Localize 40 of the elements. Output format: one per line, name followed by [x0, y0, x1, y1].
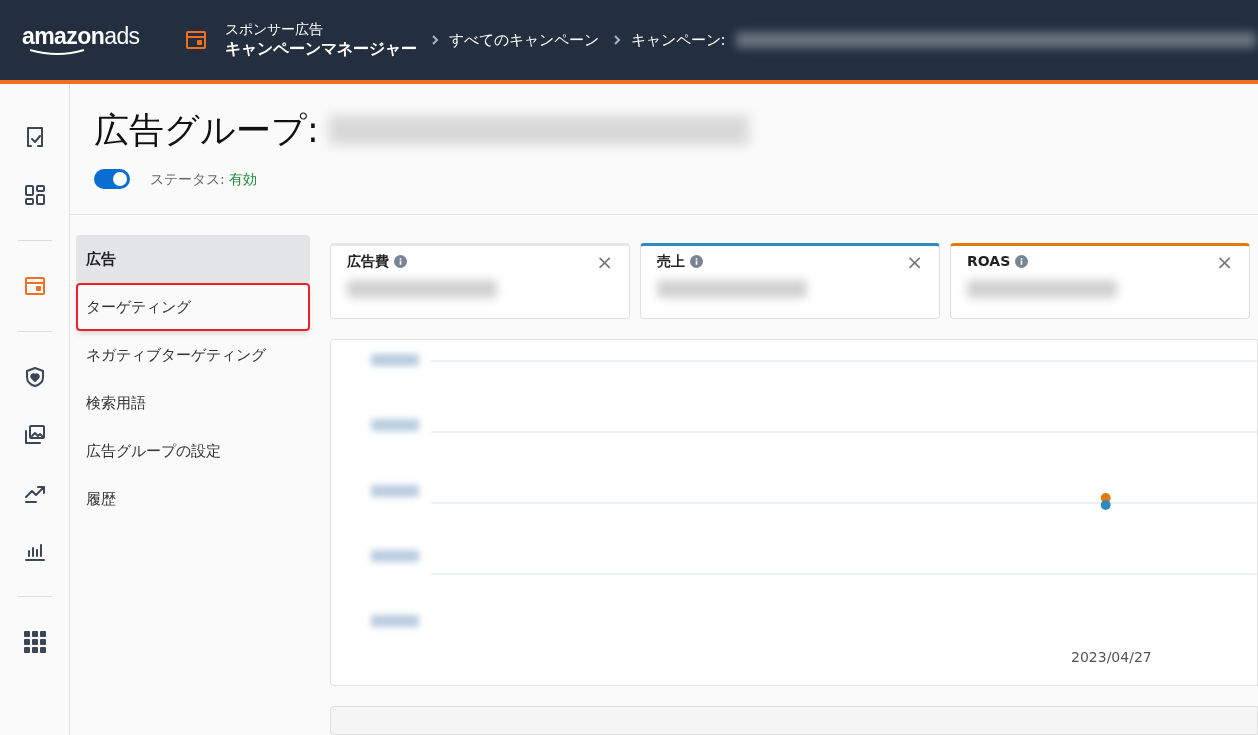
metric-label: ROAS — [967, 252, 1011, 271]
nav-item[interactable]: 広告 — [76, 235, 310, 283]
info-icon[interactable] — [690, 255, 703, 268]
dashboard-icon[interactable] — [22, 183, 47, 207]
x-axis-label: 2023/04/27 — [1071, 648, 1152, 668]
metric-card[interactable]: 広告費 × — [330, 243, 630, 319]
redacted-text — [371, 615, 419, 628]
breadcrumb-link[interactable]: すべてのキャンペーン — [448, 28, 599, 52]
card-icon[interactable] — [22, 274, 47, 298]
product-title: キャンペーンマネージャー — [224, 38, 417, 59]
redacted-text — [371, 419, 419, 432]
redacted-text — [371, 354, 419, 366]
metric-label: 売上 — [657, 252, 685, 271]
nav-item[interactable]: 広告グループの設定 — [76, 427, 310, 475]
page-title: 広告グループ: — [94, 109, 319, 152]
redacted-text — [371, 549, 419, 562]
breadcrumb-link[interactable]: キャンペーン: — [630, 28, 726, 52]
metric-card[interactable]: ROAS × — [950, 243, 1250, 319]
amazon-ads-logo[interactable]: amazonads — [22, 24, 140, 56]
status-toggle[interactable] — [94, 169, 130, 189]
nav-item[interactable]: 検索用語 — [76, 379, 310, 427]
info-icon[interactable] — [1015, 255, 1029, 268]
nav-item[interactable]: ターゲティング — [76, 283, 310, 331]
chevron-icon — [612, 34, 621, 46]
status-label: ステータス: — [150, 169, 225, 189]
card-icon[interactable] — [183, 28, 208, 52]
images-icon[interactable] — [22, 423, 47, 447]
status-value: 有効 — [228, 169, 257, 189]
chevron-icon — [430, 34, 439, 46]
close-button[interactable]: × — [1216, 251, 1233, 272]
metric-card[interactable]: 売上 × — [640, 243, 940, 319]
redacted-text — [371, 484, 419, 497]
close-button[interactable]: × — [906, 251, 923, 272]
nav-item[interactable]: 履歴 — [76, 475, 310, 523]
metric-label: 広告費 — [347, 252, 389, 271]
nav-item[interactable]: ネガティブターゲティング — [76, 331, 310, 379]
product-subtitle: スポンサー広告 — [224, 21, 324, 39]
info-icon[interactable] — [394, 255, 407, 268]
close-button[interactable]: × — [596, 251, 613, 272]
apps-icon[interactable] — [22, 630, 47, 654]
